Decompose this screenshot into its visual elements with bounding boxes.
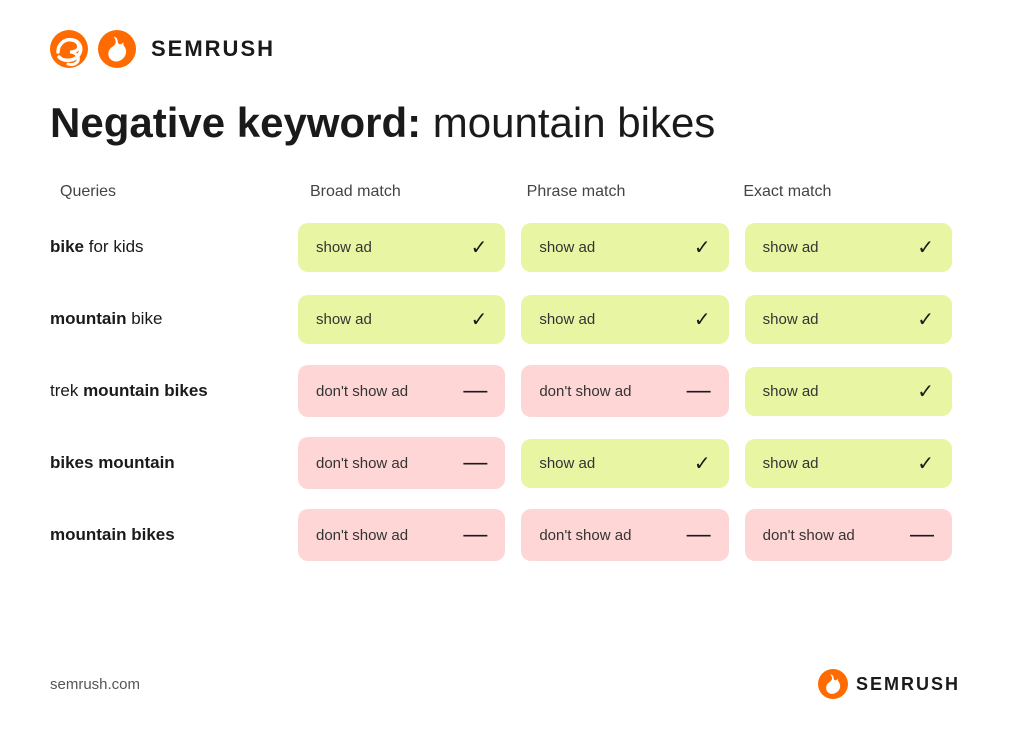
footer-semrush-icon xyxy=(818,669,848,699)
logo: SEMRUSH xyxy=(50,30,275,68)
title-section: Negative keyword: mountain bikes xyxy=(50,98,960,148)
col-queries: Queries xyxy=(60,183,300,201)
exact-cell: show ad ✓ xyxy=(745,439,952,488)
check-icon: ✓ xyxy=(471,307,488,332)
table-row: bike for kids show ad ✓ show ad ✓ show a… xyxy=(50,216,960,278)
dash-icon: — xyxy=(463,377,487,405)
title-regular: mountain bikes xyxy=(421,99,715,146)
query-cell: mountain bikes xyxy=(50,525,290,545)
header: SEMRUSH xyxy=(50,30,960,68)
phrase-cell: show ad ✓ xyxy=(521,223,728,272)
cell-text: show ad xyxy=(763,455,819,472)
dash-icon: — xyxy=(463,521,487,549)
table-header: Queries Broad match Phrase match Exact m… xyxy=(50,183,960,201)
cell-text: don't show ad xyxy=(316,455,408,472)
query-cell: bike for kids xyxy=(50,237,290,257)
check-icon: ✓ xyxy=(917,307,934,332)
query-cell: bikes mountain xyxy=(50,453,290,473)
exact-cell: don't show ad — xyxy=(745,509,952,561)
check-icon: ✓ xyxy=(694,307,711,332)
footer-logo-text: SEMRUSH xyxy=(856,674,960,695)
col-phrase: Phrase match xyxy=(517,183,734,201)
table-row: bikes mountain don't show ad — show ad ✓… xyxy=(50,432,960,494)
cell-text: don't show ad xyxy=(763,527,855,544)
check-icon: ✓ xyxy=(917,235,934,260)
semrush-logo-icon xyxy=(50,30,88,68)
col-exact: Exact match xyxy=(733,183,950,201)
footer-logo: SEMRUSH xyxy=(818,669,960,699)
phrase-cell: don't show ad — xyxy=(521,509,728,561)
cell-text: show ad xyxy=(539,311,595,328)
check-icon: ✓ xyxy=(917,451,934,476)
check-icon: ✓ xyxy=(471,235,488,260)
cell-text: show ad xyxy=(539,455,595,472)
keyword-table: Queries Broad match Phrase match Exact m… xyxy=(50,183,960,624)
exact-cell: show ad ✓ xyxy=(745,367,952,416)
cell-text: don't show ad xyxy=(539,527,631,544)
broad-cell: don't show ad — xyxy=(298,437,505,489)
page-title: Negative keyword: mountain bikes xyxy=(50,98,960,148)
cell-text: show ad xyxy=(763,239,819,256)
dash-icon: — xyxy=(463,449,487,477)
logo-text: SEMRUSH xyxy=(151,36,275,62)
cell-text: show ad xyxy=(763,383,819,400)
broad-cell: show ad ✓ xyxy=(298,295,505,344)
phrase-cell: show ad ✓ xyxy=(521,439,728,488)
query-cell: trek mountain bikes xyxy=(50,381,290,401)
query-cell: mountain bike xyxy=(50,309,290,329)
cell-text: show ad xyxy=(316,239,372,256)
table-row: trek mountain bikes don't show ad — don'… xyxy=(50,360,960,422)
dash-icon: — xyxy=(910,521,934,549)
cell-text: don't show ad xyxy=(539,383,631,400)
check-icon: ✓ xyxy=(694,235,711,260)
footer-url: semrush.com xyxy=(50,676,140,693)
semrush-flame-icon xyxy=(98,30,136,68)
exact-cell: show ad ✓ xyxy=(745,223,952,272)
broad-cell: show ad ✓ xyxy=(298,223,505,272)
dash-icon: — xyxy=(687,521,711,549)
broad-cell: don't show ad — xyxy=(298,365,505,417)
cell-text: show ad xyxy=(316,311,372,328)
title-bold: Negative keyword: xyxy=(50,99,421,146)
col-broad: Broad match xyxy=(300,183,517,201)
check-icon: ✓ xyxy=(694,451,711,476)
table-row: mountain bikes don't show ad — don't sho… xyxy=(50,504,960,566)
check-icon: ✓ xyxy=(917,379,934,404)
cell-text: show ad xyxy=(763,311,819,328)
broad-cell: don't show ad — xyxy=(298,509,505,561)
footer: semrush.com SEMRUSH xyxy=(50,654,960,699)
phrase-cell: don't show ad — xyxy=(521,365,728,417)
phrase-cell: show ad ✓ xyxy=(521,295,728,344)
cell-text: show ad xyxy=(539,239,595,256)
dash-icon: — xyxy=(687,377,711,405)
cell-text: don't show ad xyxy=(316,527,408,544)
cell-text: don't show ad xyxy=(316,383,408,400)
table-row: mountain bike show ad ✓ show ad ✓ show a… xyxy=(50,288,960,350)
exact-cell: show ad ✓ xyxy=(745,295,952,344)
